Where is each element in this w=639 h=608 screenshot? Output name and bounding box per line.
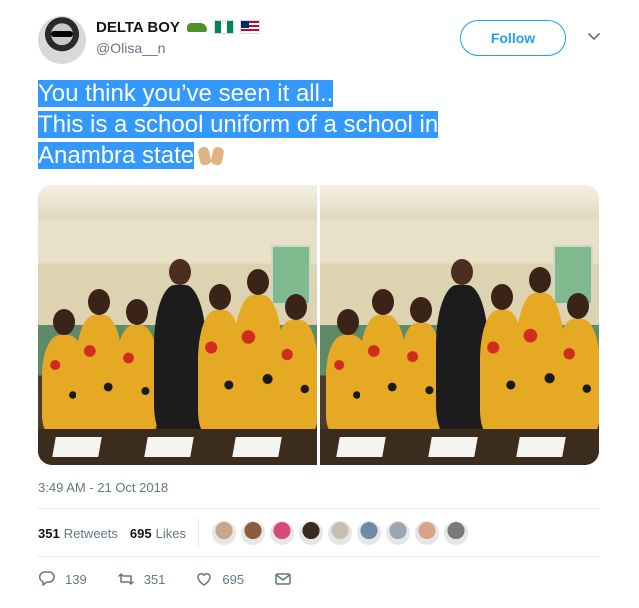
chevron-down-icon[interactable] (586, 28, 602, 44)
liker-avatar[interactable] (297, 520, 324, 546)
name-row: DELTA BOY (96, 18, 261, 36)
tweet-line: Anambra state (38, 140, 598, 171)
liker-avatar[interactable] (413, 520, 440, 546)
liker-avatar[interactable] (210, 520, 237, 546)
reply-button[interactable]: 139 (38, 570, 87, 588)
liker-avatar[interactable] (384, 520, 411, 546)
direct-message-button[interactable] (274, 570, 301, 588)
crocodile-icon (187, 23, 208, 32)
photo-1[interactable] (38, 185, 317, 465)
media-grid (38, 185, 599, 465)
envelope-icon (275, 573, 291, 585)
like-count: 695 (222, 571, 245, 587)
avatar[interactable] (38, 16, 86, 64)
display-name[interactable]: DELTA BOY (96, 19, 180, 36)
divider (197, 518, 199, 548)
photo-2[interactable] (320, 185, 599, 465)
tweet-text: You think you’ve seen it all.. This is a… (38, 78, 598, 171)
divider (38, 556, 599, 557)
liker-avatar[interactable] (442, 520, 469, 546)
like-button[interactable]: 695 (195, 570, 244, 588)
retweets-stat[interactable]: 351 Retweets (38, 526, 118, 541)
reply-count: 139 (65, 571, 87, 587)
liker-avatar[interactable] (268, 520, 295, 546)
liker-avatar[interactable] (239, 520, 266, 546)
retweet-button[interactable]: 351 (117, 570, 166, 588)
tweet-timestamp[interactable]: 3:49 AM - 21 Oct 2018 (38, 480, 168, 495)
engagement-stats: 351 Retweets 695 Likes (38, 518, 472, 548)
tweet-line: You think you’ve seen it all.. (38, 80, 334, 107)
liker-avatars (210, 520, 472, 546)
retweet-count: 351 (143, 571, 166, 587)
follow-button[interactable]: Follow (460, 20, 566, 56)
reply-icon (38, 571, 55, 586)
tweet-line: This is a school uniform of a school in (38, 111, 439, 138)
name-emoji-group (187, 18, 261, 36)
divider (38, 508, 599, 509)
likes-stat[interactable]: 695 Likes (130, 526, 186, 541)
liker-avatar[interactable] (326, 520, 353, 546)
retweet-icon (117, 573, 134, 585)
liker-avatar[interactable] (355, 520, 382, 546)
user-handle[interactable]: @Olisa__n (96, 40, 165, 56)
tweet-actions: 139 351 695 (38, 568, 331, 590)
liberia-flag-icon (240, 19, 261, 34)
tweet-header: DELTA BOY @Olisa__n Follow (38, 14, 608, 68)
nigeria-flag-icon (213, 19, 234, 34)
heart-icon (197, 573, 212, 586)
raised-hands-icon (197, 142, 225, 166)
